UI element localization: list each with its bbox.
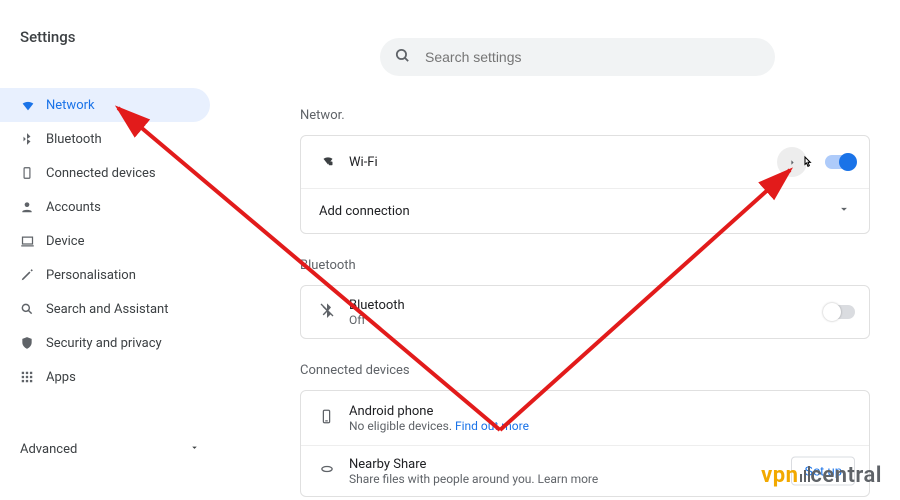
nearby-share-sub: Share files with people around you. Lear… [349,472,598,486]
bluetooth-toggle[interactable] [825,305,855,319]
find-out-more-link[interactable]: Find out more [455,419,529,433]
android-phone-sub-text: No eligible devices. [349,419,455,433]
sidebar-item-connected-devices[interactable]: Connected devices [0,156,210,190]
nearby-share-icon [319,461,349,481]
bluetooth-status: Off [349,313,405,327]
section-header-network: Networ. [300,108,870,123]
sidebar-item-label: Search and Assistant [46,302,169,317]
watermark-bars-icon [800,463,808,488]
sidebar-item-bluetooth[interactable]: Bluetooth [0,122,210,156]
watermark-brand-right: central [810,463,882,488]
wifi-icon [20,97,46,113]
sidebar-item-security[interactable]: Security and privacy [0,326,210,360]
sidebar-item-label: Bluetooth [46,132,102,147]
sidebar-item-network[interactable]: Network [0,88,210,122]
search-input[interactable] [425,49,761,65]
bluetooth-row[interactable]: Bluetooth Off [301,286,869,338]
sidebar: Network Bluetooth Connected devices Acco… [0,88,210,394]
sidebar-item-apps[interactable]: Apps [0,360,210,394]
person-icon [20,200,46,214]
search-box[interactable] [380,38,775,76]
phone-icon [319,409,349,428]
network-card: Wi-Fi Add connection [300,135,870,234]
sidebar-item-search-assistant[interactable]: Search and Assistant [0,292,210,326]
add-connection-label: Add connection [319,204,410,219]
android-phone-sub: No eligible devices. Find out more [349,419,529,433]
wifi-lock-icon [319,151,349,173]
wifi-toggle[interactable] [825,155,855,169]
sidebar-item-label: Accounts [46,200,101,215]
sidebar-advanced[interactable]: Advanced [20,442,200,457]
phone-icon [20,166,46,180]
watermark-brand-left: vpn [761,463,798,488]
sidebar-item-device[interactable]: Device [0,224,210,258]
sidebar-item-personalisation[interactable]: Personalisation [0,258,210,292]
content-area: Networ. Wi-Fi Add connection Bluetooth [300,108,870,497]
sidebar-item-label: Personalisation [46,268,136,283]
sidebar-item-label: Device [46,234,85,249]
add-connection-row[interactable]: Add connection [301,189,869,233]
section-header-bluetooth: Bluetooth [300,258,870,273]
pointer-cursor-icon [799,155,815,175]
laptop-icon [20,234,46,249]
advanced-label: Advanced [20,442,77,457]
sidebar-item-accounts[interactable]: Accounts [0,190,210,224]
apps-icon [20,370,46,384]
wifi-label: Wi-Fi [349,155,378,170]
pencil-icon [20,268,46,282]
section-header-connected: Connected devices [300,363,870,378]
chevron-down-icon [837,202,851,220]
android-phone-row[interactable]: Android phone No eligible devices. Find … [301,391,869,445]
android-phone-title: Android phone [349,404,529,419]
watermark: vpn central [761,463,882,488]
bluetooth-card: Bluetooth Off [300,285,870,339]
bluetooth-off-icon [319,302,349,322]
wifi-row[interactable]: Wi-Fi [301,136,869,188]
sidebar-item-label: Connected devices [46,166,156,181]
search-icon [20,302,46,316]
bluetooth-title: Bluetooth [349,298,405,313]
search-icon [394,47,411,68]
shield-icon [20,336,46,350]
chevron-down-icon [189,442,200,457]
bluetooth-icon [20,132,46,146]
sidebar-item-label: Network [46,98,95,113]
nearby-share-title: Nearby Share [349,457,598,472]
sidebar-item-label: Apps [46,370,76,385]
sidebar-item-label: Security and privacy [46,336,162,351]
page-title: Settings [20,28,76,46]
